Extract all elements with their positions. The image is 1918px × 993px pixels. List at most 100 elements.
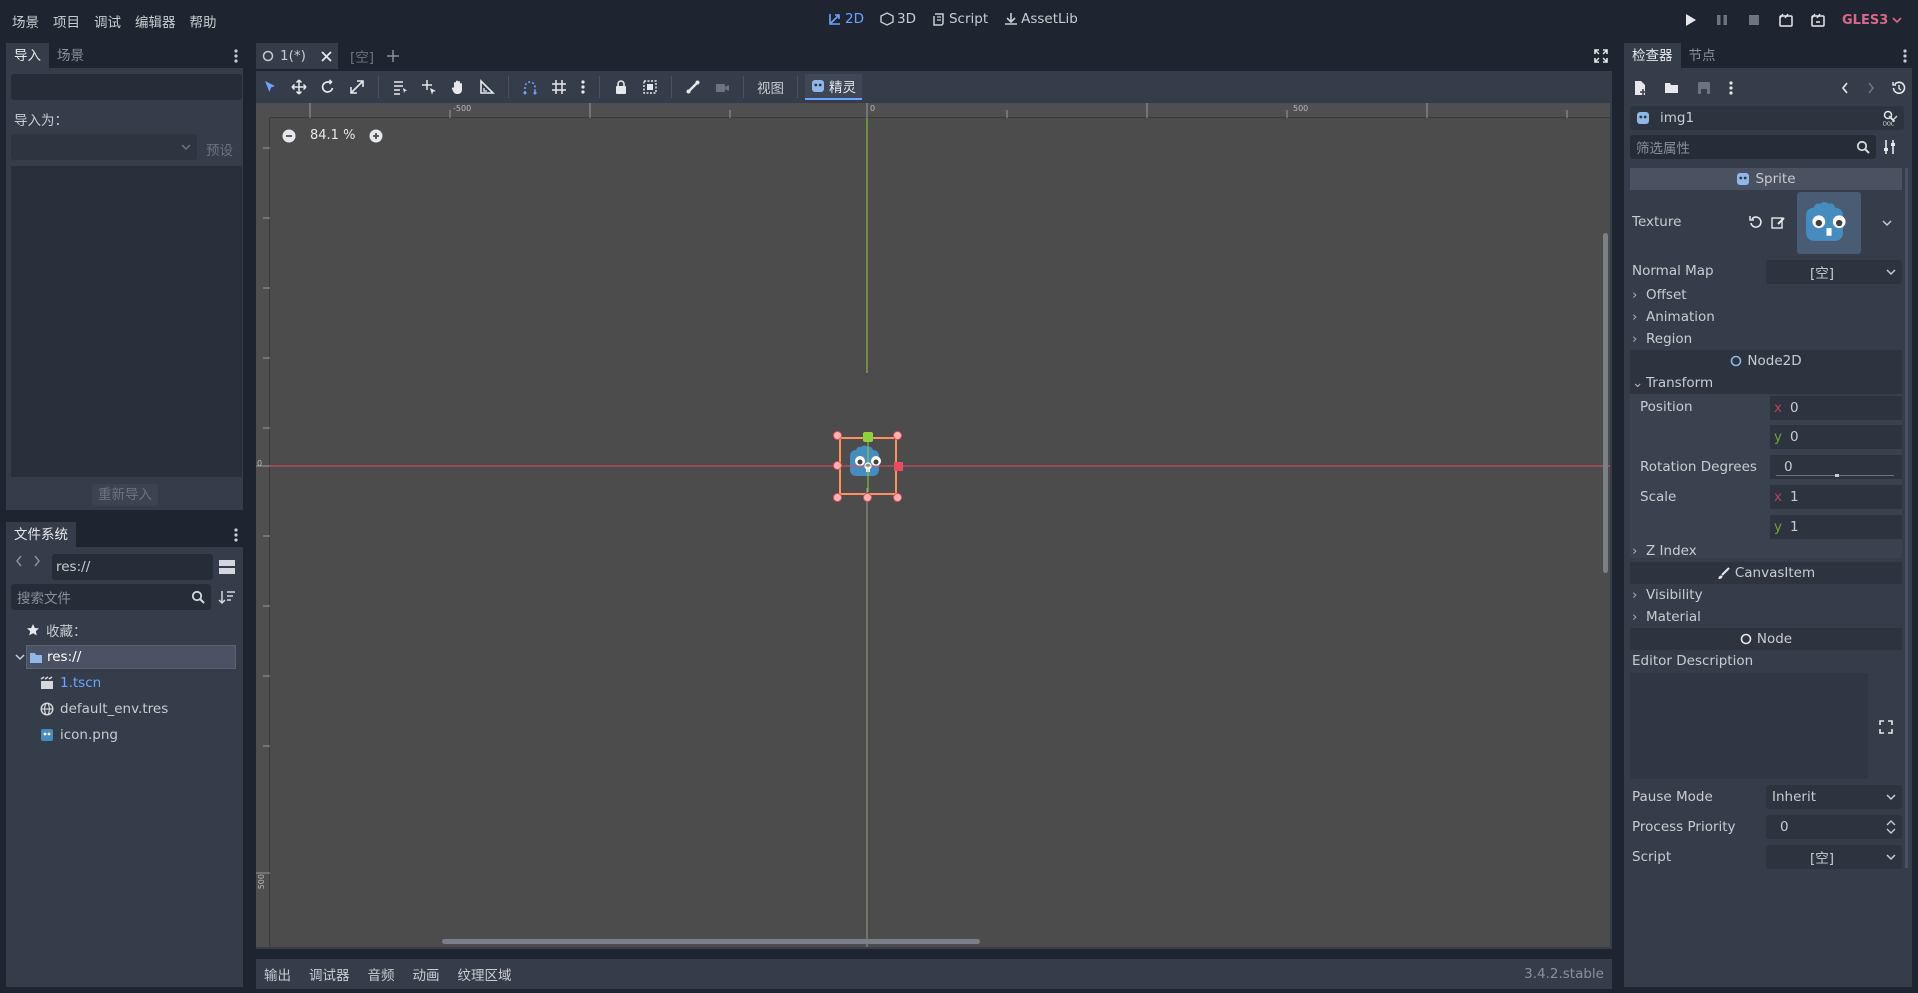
group-offset[interactable]: › Offset [1632, 284, 1687, 306]
group-transform[interactable]: ⌄ Transform [1630, 372, 1902, 394]
tab-animation[interactable]: 动画 [413, 964, 440, 984]
inspector-scrollbar[interactable] [1905, 168, 1908, 868]
open-folder-icon[interactable] [1664, 80, 1680, 96]
selected-sprite[interactable] [838, 436, 898, 496]
tab-inspector[interactable]: 检查器 [1624, 42, 1681, 69]
group-animation[interactable]: › Animation [1632, 306, 1715, 328]
scene-tab-empty[interactable]: [空] [338, 46, 386, 66]
tab-filesystem[interactable]: 文件系统 [6, 521, 76, 548]
revert-icon[interactable] [1749, 215, 1763, 229]
horizontal-scrollbar[interactable] [442, 939, 980, 944]
position-y-field[interactable]: y0 [1770, 425, 1902, 449]
pivot-tool-icon[interactable] [421, 79, 437, 95]
import-file-field[interactable] [11, 74, 242, 100]
resize-handle[interactable] [893, 431, 902, 440]
workspace-script[interactable]: Script [932, 11, 988, 27]
save-icon[interactable] [1696, 80, 1712, 96]
script-field[interactable]: [空] [1766, 845, 1902, 869]
workspace-assetlib[interactable]: AssetLib [1004, 11, 1078, 27]
vertical-scrollbar[interactable] [1603, 233, 1608, 573]
forward-icon[interactable] [32, 554, 42, 568]
camera-icon[interactable] [714, 79, 730, 95]
class-docs-icon[interactable]: DOC [1882, 110, 1900, 126]
new-resource-icon[interactable] [1632, 80, 1648, 96]
filesystem-path-field[interactable]: res:// [52, 554, 213, 580]
history-forward-icon[interactable] [1866, 81, 1876, 95]
chevron-down-icon[interactable] [1882, 218, 1892, 228]
edit-texture-icon[interactable] [1771, 215, 1785, 229]
tools-icon[interactable] [1882, 139, 1898, 155]
file-row[interactable]: icon.png [40, 727, 118, 743]
filesystem-search[interactable]: 搜索文件 [11, 584, 211, 610]
menu-help[interactable]: 帮助 [183, 11, 224, 31]
menu-scene[interactable]: 场景 [12, 11, 46, 31]
position-x-field[interactable]: x0 [1770, 396, 1902, 420]
resize-handle[interactable] [863, 493, 872, 502]
smart-snap-icon[interactable] [522, 79, 538, 95]
stop-icon[interactable] [1746, 12, 1762, 28]
file-row[interactable]: default_env.tres [40, 701, 168, 717]
menu-editor[interactable]: 编辑器 [128, 11, 183, 31]
pivot-handle-right[interactable] [894, 462, 903, 471]
normal-map-field[interactable]: [空] [1766, 260, 1902, 284]
select-tool-icon[interactable] [262, 79, 278, 95]
kebab-menu-icon[interactable] [1728, 80, 1734, 96]
resize-handle[interactable] [833, 461, 842, 470]
tab-import[interactable]: 导入 [6, 42, 49, 69]
list-select-icon[interactable] [392, 79, 408, 95]
reimport-button[interactable]: 重新导入 [92, 484, 158, 506]
kebab-menu-icon[interactable] [233, 527, 239, 543]
workspace-3d[interactable]: 3D [880, 11, 916, 27]
play-scene-icon[interactable] [1778, 12, 1794, 28]
rotate-tool-icon[interactable] [320, 79, 336, 95]
zoom-out-icon[interactable] [282, 129, 296, 143]
import-as-select[interactable] [11, 134, 197, 160]
resize-handle[interactable] [833, 431, 842, 440]
back-icon[interactable] [14, 554, 24, 568]
add-tab-icon[interactable] [386, 49, 400, 63]
resize-handle[interactable] [833, 493, 842, 502]
workspace-2d[interactable]: 2D [828, 11, 864, 27]
spinner-icon[interactable] [1886, 820, 1896, 834]
resize-handle[interactable] [893, 493, 902, 502]
sprite-menu[interactable]: 精灵 [805, 74, 862, 100]
favorites-row[interactable]: 收藏： [26, 620, 87, 640]
scale-x-field[interactable]: x1 [1770, 485, 1902, 509]
pivot-handle-up[interactable] [863, 432, 873, 442]
view-menu[interactable]: 视图 [757, 77, 784, 97]
renderer-selector[interactable]: GLES3 [1842, 13, 1902, 28]
menu-debug[interactable]: 调试 [87, 11, 128, 31]
preset-button[interactable]: 预设 [206, 139, 233, 159]
canvas-viewport[interactable]: 84.1 % [270, 118, 1610, 947]
scale-y-field[interactable]: y1 [1770, 515, 1902, 539]
pause-icon[interactable] [1714, 12, 1730, 28]
bone-icon[interactable] [685, 79, 701, 95]
pause-mode-select[interactable]: Inherit [1766, 785, 1902, 809]
expand-icon[interactable] [1879, 720, 1893, 734]
lock-icon[interactable] [613, 79, 629, 95]
rotation-slider[interactable]: 0 [1770, 455, 1902, 479]
chevron-down-icon[interactable] [15, 652, 25, 662]
play-icon[interactable] [1682, 12, 1698, 28]
group-material[interactable]: › Material [1632, 606, 1701, 628]
tab-scene[interactable]: 场景 [49, 43, 92, 69]
texture-preview[interactable] [1797, 192, 1861, 254]
group-region[interactable]: › Region [1632, 328, 1692, 350]
menu-project[interactable]: 项目 [46, 11, 87, 31]
fullscreen-icon[interactable] [1594, 49, 1608, 63]
pan-tool-icon[interactable] [450, 79, 466, 95]
object-selector[interactable]: img1 [1630, 106, 1904, 130]
group-visibility[interactable]: › Visibility [1632, 584, 1703, 606]
tab-texture-region[interactable]: 纹理区域 [458, 964, 512, 984]
tab-audio[interactable]: 音频 [368, 964, 395, 984]
group-icon[interactable] [642, 79, 658, 95]
play-custom-scene-icon[interactable] [1810, 12, 1826, 28]
kebab-menu-icon[interactable] [1902, 48, 1908, 64]
process-priority-spinbox[interactable]: 0 [1766, 815, 1902, 839]
move-tool-icon[interactable] [291, 79, 307, 95]
folder-row-root[interactable]: res:// [15, 645, 236, 669]
zoom-in-icon[interactable] [369, 129, 383, 143]
scene-tab-active[interactable]: 1(*) [256, 43, 338, 69]
kebab-menu-icon[interactable] [580, 79, 586, 95]
tab-debugger[interactable]: 调试器 [309, 964, 350, 984]
